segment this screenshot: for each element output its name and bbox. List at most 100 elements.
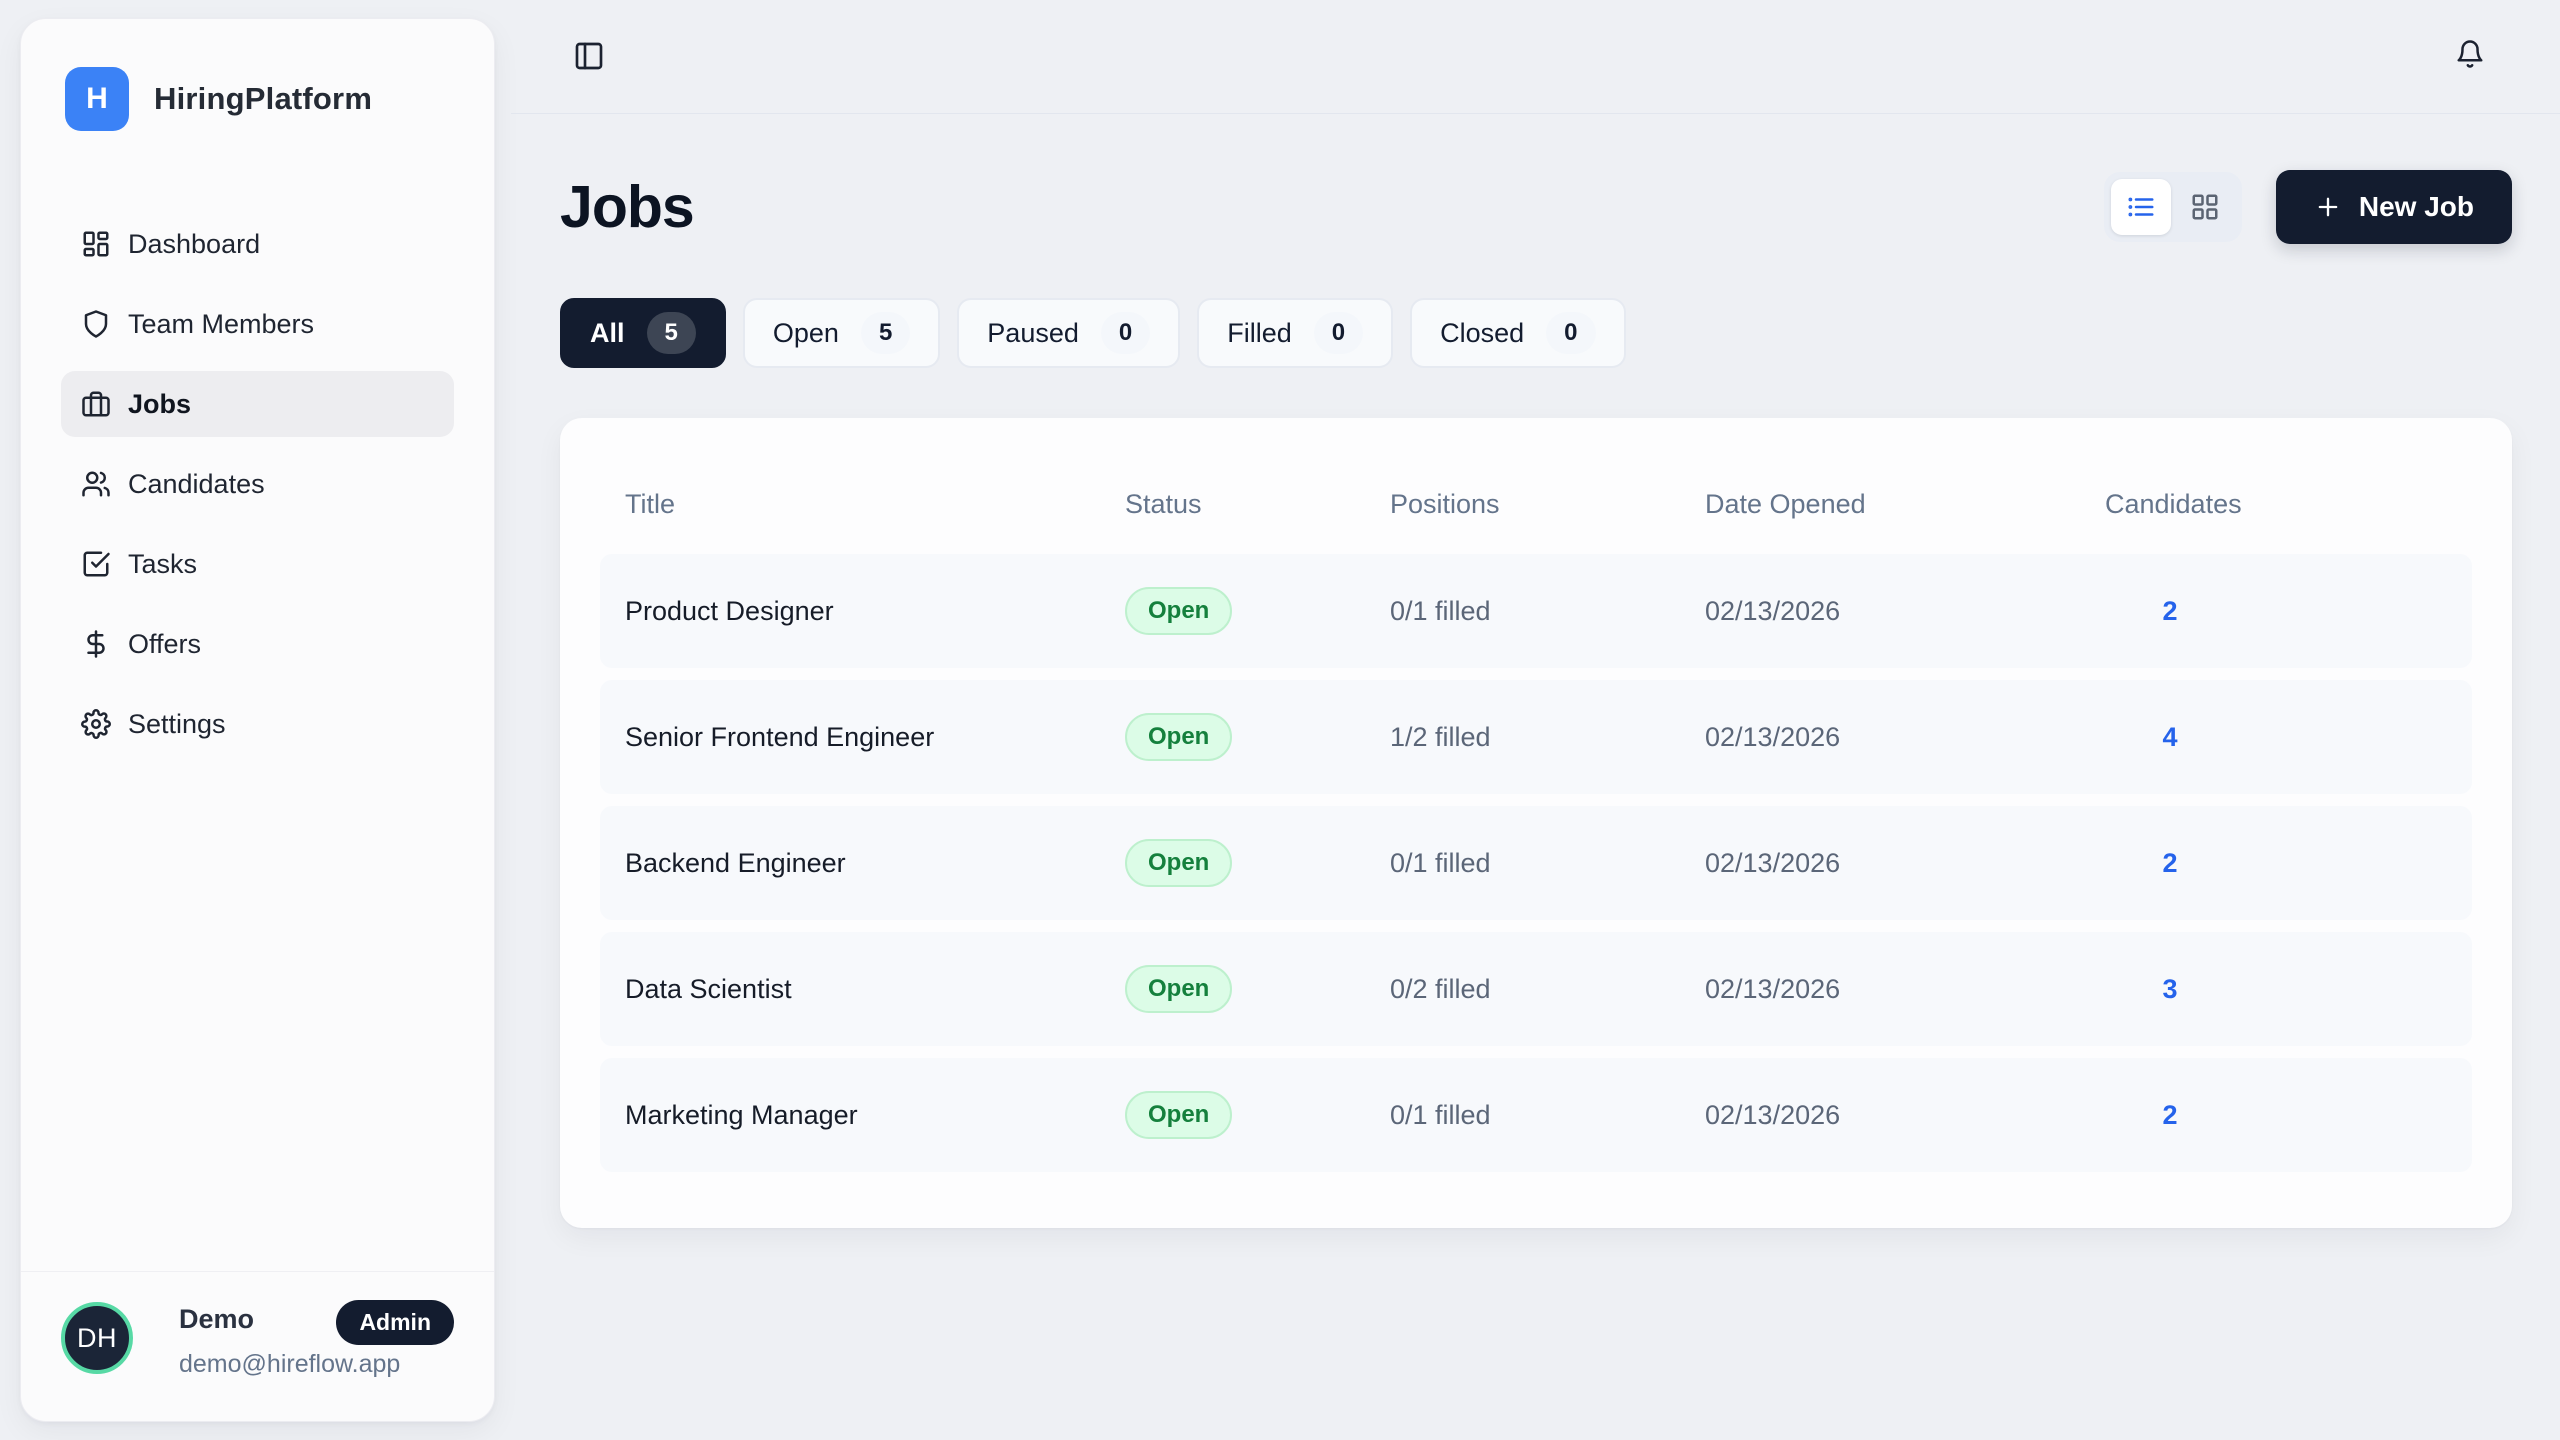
job-title: Senior Frontend Engineer — [600, 722, 1100, 753]
filter-closed[interactable]: Closed 0 — [1410, 298, 1625, 368]
check-square-icon — [81, 549, 111, 579]
positions-cell: 0/1 filled — [1365, 848, 1680, 879]
sidebar-item-candidates[interactable]: Candidates — [61, 451, 454, 517]
brand: H HiringPlatform — [21, 19, 494, 131]
job-title: Marketing Manager — [600, 1100, 1100, 1131]
status-badge: Open — [1125, 1091, 1232, 1139]
gear-icon — [81, 709, 111, 739]
col-header-title: Title — [600, 489, 1100, 520]
sidebar-item-label: Team Members — [128, 309, 314, 340]
chevron-right-icon[interactable] — [2397, 848, 2472, 878]
table-header-row: Title Status Positions Date Opened Candi… — [600, 454, 2472, 554]
filter-label: All — [590, 318, 625, 349]
status-badge: Open — [1125, 587, 1232, 635]
table-row[interactable]: Data Scientist Open 0/2 filled 02/13/202… — [600, 932, 2472, 1046]
new-job-label: New Job — [2359, 191, 2474, 223]
briefcase-icon — [81, 389, 111, 419]
filter-paused[interactable]: Paused 0 — [957, 298, 1180, 368]
filter-count-badge: 0 — [1101, 312, 1150, 354]
col-header-positions: Positions — [1365, 489, 1680, 520]
candidates-count-link[interactable]: 2 — [2080, 1100, 2235, 1131]
chevron-right-icon[interactable] — [2397, 974, 2472, 1004]
sidebar-item-jobs[interactable]: Jobs — [61, 371, 454, 437]
sidebar: H HiringPlatform Dashboard Team Members — [20, 18, 495, 1422]
view-toggle — [2104, 172, 2242, 242]
sidebar-item-label: Settings — [128, 709, 226, 740]
candidates-count-link[interactable]: 3 — [2080, 974, 2235, 1005]
chevron-right-icon[interactable] — [2397, 1100, 2472, 1130]
table-row[interactable]: Product Designer Open 0/1 filled 02/13/2… — [600, 554, 2472, 668]
user-name: Demo — [179, 1304, 254, 1335]
filter-open[interactable]: Open 5 — [743, 298, 940, 368]
candidates-count-link[interactable]: 2 — [2080, 596, 2235, 627]
positions-cell: 0/1 filled — [1365, 596, 1680, 627]
table-row[interactable]: Backend Engineer Open 0/1 filled 02/13/2… — [600, 806, 2472, 920]
sidebar-item-label: Offers — [128, 629, 201, 660]
filter-count-badge: 0 — [1546, 312, 1595, 354]
sidebar-toggle-icon[interactable] — [573, 40, 605, 72]
topbar — [495, 0, 2560, 114]
job-title: Product Designer — [600, 596, 1100, 627]
topbar-divider — [511, 113, 2560, 114]
sidebar-item-label: Dashboard — [128, 229, 260, 260]
job-title: Data Scientist — [600, 974, 1100, 1005]
sidebar-item-offers[interactable]: Offers — [61, 611, 454, 677]
col-header-date-opened: Date Opened — [1680, 489, 2080, 520]
job-title: Backend Engineer — [600, 848, 1100, 879]
date-opened-cell: 02/13/2026 — [1680, 596, 2080, 627]
new-job-button[interactable]: New Job — [2276, 170, 2512, 244]
col-header-candidates: Candidates — [2080, 489, 2235, 520]
sidebar-nav: Dashboard Team Members Jobs Candidates — [21, 211, 494, 757]
date-opened-cell: 02/13/2026 — [1680, 848, 2080, 879]
sidebar-user-section[interactable]: DH Demo demo@hireflow.app Admin — [21, 1271, 494, 1421]
app-title: HiringPlatform — [154, 81, 372, 117]
candidates-count-link[interactable]: 4 — [2080, 722, 2235, 753]
date-opened-cell: 02/13/2026 — [1680, 1100, 2080, 1131]
filter-label: Open — [773, 318, 839, 349]
col-header-status: Status — [1100, 489, 1365, 520]
grid-view-button[interactable] — [2175, 179, 2235, 235]
date-opened-cell: 02/13/2026 — [1680, 974, 2080, 1005]
positions-cell: 1/2 filled — [1365, 722, 1680, 753]
sidebar-item-tasks[interactable]: Tasks — [61, 531, 454, 597]
positions-cell: 0/1 filled — [1365, 1100, 1680, 1131]
sidebar-item-label: Jobs — [128, 389, 191, 420]
filter-label: Filled — [1227, 318, 1292, 349]
date-opened-cell: 02/13/2026 — [1680, 722, 2080, 753]
chevron-right-icon[interactable] — [2397, 722, 2472, 752]
sidebar-item-label: Candidates — [128, 469, 265, 500]
table-row[interactable]: Marketing Manager Open 0/1 filled 02/13/… — [600, 1058, 2472, 1172]
main-area: Jobs — [495, 0, 2560, 1440]
candidates-count-link[interactable]: 2 — [2080, 848, 2235, 879]
plus-icon — [2314, 193, 2342, 221]
filter-all[interactable]: All 5 — [560, 298, 726, 368]
dashboard-icon — [81, 229, 111, 259]
dollar-icon — [81, 629, 111, 659]
table-row[interactable]: Senior Frontend Engineer Open 1/2 filled… — [600, 680, 2472, 794]
jobs-table: Title Status Positions Date Opened Candi… — [560, 418, 2512, 1228]
status-badge: Open — [1125, 713, 1232, 761]
page-title: Jobs — [560, 173, 694, 241]
shield-icon — [81, 309, 111, 339]
sidebar-item-dashboard[interactable]: Dashboard — [61, 211, 454, 277]
page-content: Jobs — [495, 114, 2560, 1228]
sidebar-item-team-members[interactable]: Team Members — [61, 291, 454, 357]
filter-count-badge: 5 — [861, 312, 910, 354]
sidebar-item-settings[interactable]: Settings — [61, 691, 454, 757]
app-screen: H HiringPlatform Dashboard Team Members — [0, 0, 2560, 1440]
positions-cell: 0/2 filled — [1365, 974, 1680, 1005]
bell-icon[interactable] — [2455, 39, 2485, 69]
user-email: demo@hireflow.app — [179, 1350, 400, 1379]
list-view-button[interactable] — [2111, 179, 2171, 235]
users-icon — [81, 469, 111, 499]
filter-label: Closed — [1440, 318, 1524, 349]
status-badge: Open — [1125, 965, 1232, 1013]
filter-filled[interactable]: Filled 0 — [1197, 298, 1393, 368]
filter-count-badge: 0 — [1314, 312, 1363, 354]
sidebar-item-label: Tasks — [128, 549, 197, 580]
status-filter-bar: All 5 Open 5 Paused 0 Filled 0 Closed — [560, 298, 2512, 368]
grid-icon — [2190, 192, 2220, 222]
avatar: DH — [61, 1302, 133, 1374]
filter-label: Paused — [987, 318, 1079, 349]
chevron-right-icon[interactable] — [2397, 596, 2472, 626]
